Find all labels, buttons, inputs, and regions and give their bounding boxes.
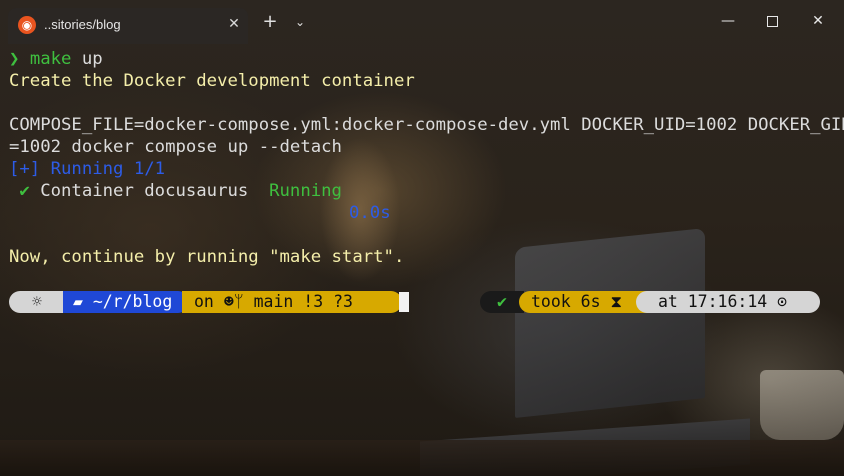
continue-message: Now, continue by running "make start". — [9, 247, 405, 267]
terminal-window: ◉ ..sitories/blog ✕ + ⌄ — ✕ ❯ make up Cr… — [0, 0, 844, 476]
branch-icon: ᛘ — [233, 292, 244, 311]
clock-icon: ⊙ — [777, 292, 788, 311]
container-state: Running — [269, 181, 342, 201]
command-line: ❯ make up — [9, 48, 103, 70]
check-icon: ✔ — [19, 181, 30, 201]
close-tab-icon[interactable]: ✕ — [225, 15, 243, 33]
prompt-os-segment: ☼ — [9, 291, 65, 313]
close-window-button[interactable]: ✕ — [798, 8, 838, 34]
make-message: Create the Docker development container — [9, 71, 415, 91]
container-status-line: ✔ Container docusaurus Running — [9, 180, 342, 202]
maximize-button[interactable] — [752, 8, 792, 34]
github-icon: ☻ — [223, 292, 234, 311]
command-arg: up — [81, 49, 103, 69]
prompt-arrow-icon: ❯ — [9, 49, 20, 69]
git-prefix: on — [194, 292, 214, 311]
text-cursor — [399, 292, 409, 312]
new-tab-button[interactable]: + — [260, 12, 280, 32]
compose-command-line-1: COMPOSE_FILE=docker-compose.yml:docker-c… — [9, 115, 844, 135]
minimize-button[interactable]: — — [708, 8, 748, 34]
ubuntu-icon: ◉ — [18, 16, 36, 34]
folder-icon: ▰ — [72, 292, 83, 311]
hourglass-icon: ⧗ — [610, 292, 623, 311]
container-label: Container docusaurus — [40, 181, 249, 201]
running-status: [+] Running 1/1 — [9, 159, 166, 179]
tux-icon: ☼ — [32, 292, 42, 311]
prompt-exit-status-segment: ✔ — [480, 291, 524, 313]
time-label: at 17:16:14 — [657, 292, 768, 311]
title-bar: ◉ ..sitories/blog ✕ + ⌄ — ✕ — [0, 0, 844, 44]
command-make: make — [29, 49, 72, 69]
took-label: took 6s — [531, 292, 601, 311]
terminal-tab[interactable]: ◉ ..sitories/blog ✕ — [8, 8, 248, 44]
terminal-output[interactable]: ❯ make up Create the Docker development … — [0, 44, 844, 476]
prompt-duration-segment: took 6s ⧗ — [519, 291, 653, 313]
maximize-icon — [766, 15, 778, 27]
prompt-git-segment: on ☻ᛘ main !3 ?3 — [182, 291, 402, 313]
git-status: !3 ?3 — [303, 292, 353, 311]
chevron-down-icon[interactable]: ⌄ — [290, 12, 310, 32]
tab-title: ..sitories/blog — [44, 17, 121, 32]
prompt-path-segment: ▰ ~/r/blog — [63, 291, 189, 313]
prompt-time-segment: at 17:16:14 ⊙ — [636, 291, 820, 313]
git-branch: main — [253, 292, 294, 311]
compose-command-line-2: =1002 docker compose up --detach — [9, 137, 342, 157]
duration-label: 0.0s — [349, 203, 391, 223]
exit-check-icon: ✔ — [497, 292, 507, 311]
prompt-path: ~/r/blog — [92, 292, 173, 311]
